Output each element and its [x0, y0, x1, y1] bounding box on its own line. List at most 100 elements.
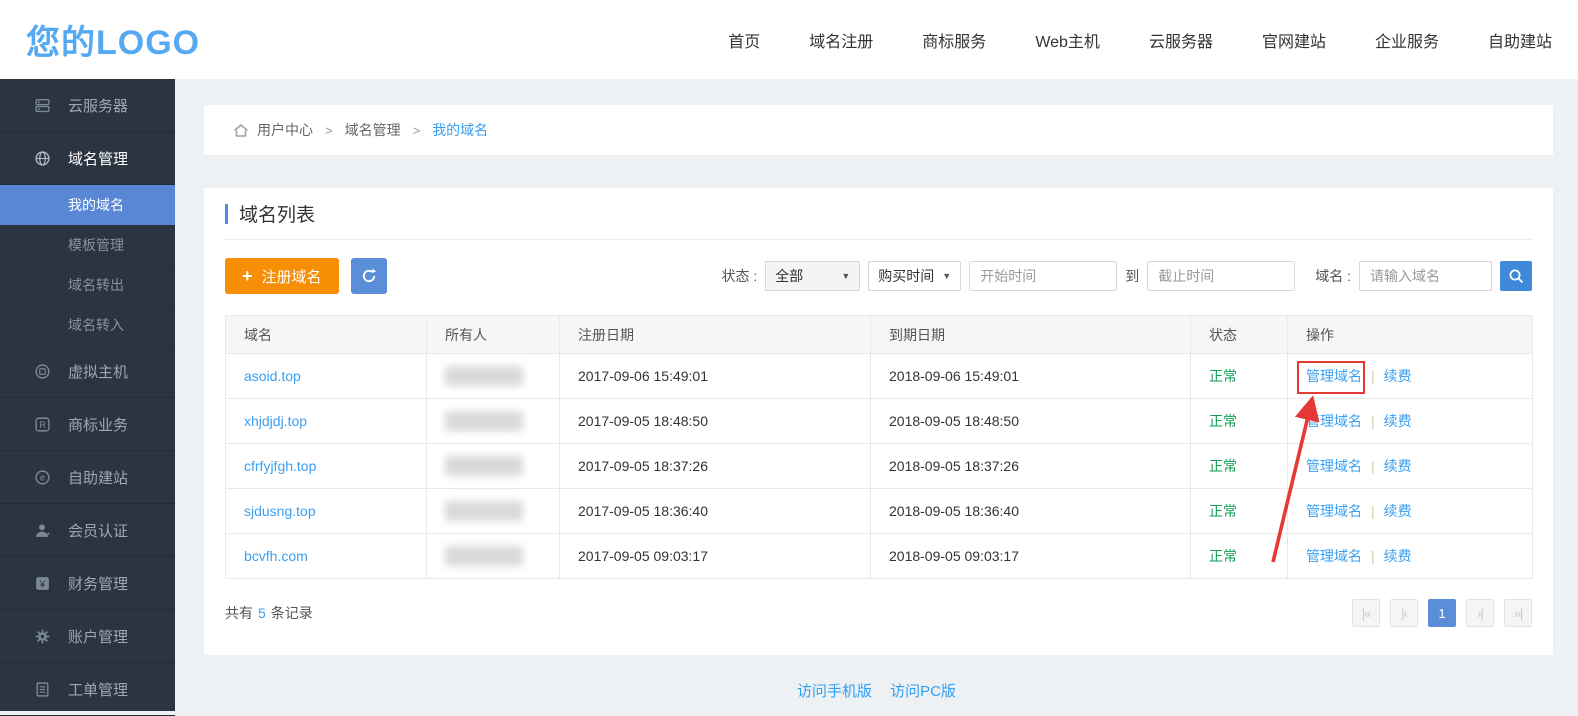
sidebar-subitem-label: 模板管理: [68, 235, 124, 255]
top-nav-self-service[interactable]: 自助建站: [1488, 28, 1552, 52]
breadcrumb-user-center[interactable]: 用户中心: [257, 120, 313, 140]
table-row: bcvfh.com 2017-09-05 09:03:17 2018-09-05…: [226, 534, 1533, 579]
globe-icon: [34, 150, 51, 167]
search-button[interactable]: [1500, 261, 1532, 291]
plus-icon: +: [242, 267, 253, 285]
top-nav-web-hosting[interactable]: Web主机: [1035, 28, 1100, 52]
owner-redacted: [445, 501, 523, 521]
search-icon: [1508, 268, 1525, 285]
top-nav-enterprise[interactable]: 企业服务: [1375, 28, 1439, 52]
sidebar-item-virtual-host[interactable]: 虚拟主机: [0, 345, 175, 398]
sidebar-subitem-my-domains[interactable]: 我的域名: [0, 185, 175, 225]
status-badge: 正常: [1209, 503, 1237, 519]
card-title-row: 域名列表: [225, 188, 1532, 240]
sidebar-subitem-label: 我的域名: [68, 195, 124, 215]
pc-version-link[interactable]: 访问PC版: [890, 683, 956, 700]
sidebar-item-label: 商标业务: [68, 414, 128, 435]
chevron-down-icon: ▼: [942, 271, 951, 281]
svg-text:R: R: [39, 420, 46, 430]
sidebar-item-domain-management[interactable]: 域名管理: [0, 132, 175, 185]
manage-domain-link[interactable]: 管理域名: [1306, 368, 1362, 384]
time-type-select[interactable]: 购买时间 ▼: [868, 261, 961, 291]
status-select[interactable]: 全部 ▼: [765, 261, 860, 291]
pagination-last-button[interactable]: »|: [1504, 599, 1532, 627]
renew-link[interactable]: 续费: [1384, 458, 1412, 474]
col-header-domain: 域名: [226, 316, 427, 354]
col-header-owner: 所有人: [427, 316, 560, 354]
sidebar-item-label: 域名管理: [68, 148, 128, 169]
sidebar-subitem-label: 域名转入: [68, 315, 124, 335]
domain-link[interactable]: bcvfh.com: [244, 548, 308, 564]
pagination-first-button[interactable]: |«: [1352, 599, 1380, 627]
sidebar-item-cloud-server[interactable]: 云服务器: [0, 79, 175, 132]
top-nav-website-builder[interactable]: 官网建站: [1262, 28, 1326, 52]
pagination: |« |‹ 1 ›| »|: [1352, 599, 1532, 627]
domain-link[interactable]: cfrfyjfgh.top: [244, 458, 316, 474]
col-header-actions: 操作: [1288, 316, 1533, 354]
member-icon: [34, 522, 51, 539]
refresh-button[interactable]: [351, 258, 387, 294]
table-header-row: 域名 所有人 注册日期 到期日期 状态 操作: [226, 316, 1533, 354]
sidebar-item-label: 云服务器: [68, 95, 128, 116]
register-date: 2017-09-05 18:48:50: [578, 413, 708, 429]
top-nav-home[interactable]: 首页: [728, 28, 760, 52]
register-domain-button[interactable]: + 注册域名: [225, 258, 339, 294]
title-accent-bar: [225, 204, 228, 224]
manage-domain-link[interactable]: 管理域名: [1306, 413, 1362, 429]
top-header: 您的LOGO 首页 域名注册 商标服务 Web主机 云服务器 官网建站 企业服务…: [0, 0, 1578, 79]
renew-link[interactable]: 续费: [1384, 548, 1412, 564]
footer-links: 访问手机版 访问PC版: [175, 680, 1578, 701]
renew-link[interactable]: 续费: [1384, 413, 1412, 429]
sidebar-item-member-verification[interactable]: 会员认证: [0, 504, 175, 557]
owner-redacted: [445, 366, 523, 386]
top-nav-cloud-server[interactable]: 云服务器: [1149, 28, 1213, 52]
domain-link[interactable]: xhjdjdj.top: [244, 413, 307, 429]
mobile-version-link[interactable]: 访问手机版: [797, 683, 872, 700]
renew-link[interactable]: 续费: [1384, 368, 1412, 384]
domain-link[interactable]: sjdusng.top: [244, 503, 316, 519]
pagination-prev-button[interactable]: |‹: [1390, 599, 1418, 627]
sidebar-item-label: 账户管理: [68, 626, 128, 647]
sidebar: 云服务器 域名管理 我的域名 模板管理 域名转出 域名转入 虚拟主机 R 商标业…: [0, 79, 175, 711]
domain-list-card: 域名列表 + 注册域名 状态 : 全部 ▼ 购买时间 ▼: [204, 188, 1553, 655]
pagination-next-button[interactable]: ›|: [1466, 599, 1494, 627]
breadcrumb-domain-management[interactable]: 域名管理: [345, 120, 401, 140]
sidebar-subitem-domain-transfer-in[interactable]: 域名转入: [0, 305, 175, 345]
register-domain-label: 注册域名: [262, 266, 322, 287]
end-time-input[interactable]: [1147, 261, 1295, 291]
finance-icon: ¥: [34, 575, 51, 592]
breadcrumb-my-domains[interactable]: 我的域名: [432, 120, 488, 140]
sidebar-item-account[interactable]: 账户管理: [0, 610, 175, 663]
top-nav: 首页 域名注册 商标服务 Web主机 云服务器 官网建站 企业服务 自助建站: [728, 28, 1552, 52]
sidebar-item-label: 自助建站: [68, 467, 128, 488]
status-filter-label: 状态 :: [722, 266, 758, 286]
breadcrumb-separator: >: [325, 123, 333, 138]
sitebuilder-icon: e: [34, 469, 51, 486]
sidebar-item-site-builder[interactable]: e 自助建站: [0, 451, 175, 504]
sidebar-subitem-domain-transfer-out[interactable]: 域名转出: [0, 265, 175, 305]
record-count-suffix: 条记录: [271, 603, 313, 623]
manage-domain-link[interactable]: 管理域名: [1306, 548, 1362, 564]
manage-domain-link[interactable]: 管理域名: [1306, 458, 1362, 474]
start-time-input[interactable]: [969, 261, 1117, 291]
server-icon: [34, 97, 51, 114]
manage-domain-link[interactable]: 管理域名: [1306, 503, 1362, 519]
breadcrumb-separator: >: [413, 123, 421, 138]
sidebar-item-work-orders[interactable]: 工单管理: [0, 663, 175, 716]
pagination-page-1[interactable]: 1: [1428, 599, 1456, 627]
top-nav-trademark[interactable]: 商标服务: [922, 28, 986, 52]
top-nav-domain-register[interactable]: 域名注册: [809, 28, 873, 52]
domain-link[interactable]: asoid.top: [244, 368, 301, 384]
register-date: 2017-09-05 18:37:26: [578, 458, 708, 474]
sidebar-item-finance[interactable]: ¥ 财务管理: [0, 557, 175, 610]
status-badge: 正常: [1209, 413, 1237, 429]
renew-link[interactable]: 续费: [1384, 503, 1412, 519]
domain-search-input[interactable]: [1359, 261, 1492, 291]
register-date: 2017-09-05 18:36:40: [578, 503, 708, 519]
sidebar-subitem-template-management[interactable]: 模板管理: [0, 225, 175, 265]
action-separator: |: [1371, 368, 1375, 384]
svg-text:¥: ¥: [39, 579, 46, 590]
sidebar-item-trademark[interactable]: R 商标业务: [0, 398, 175, 451]
register-date: 2017-09-06 15:49:01: [578, 368, 708, 384]
toolbar: + 注册域名 状态 : 全部 ▼ 购买时间 ▼ 到: [225, 258, 1532, 294]
